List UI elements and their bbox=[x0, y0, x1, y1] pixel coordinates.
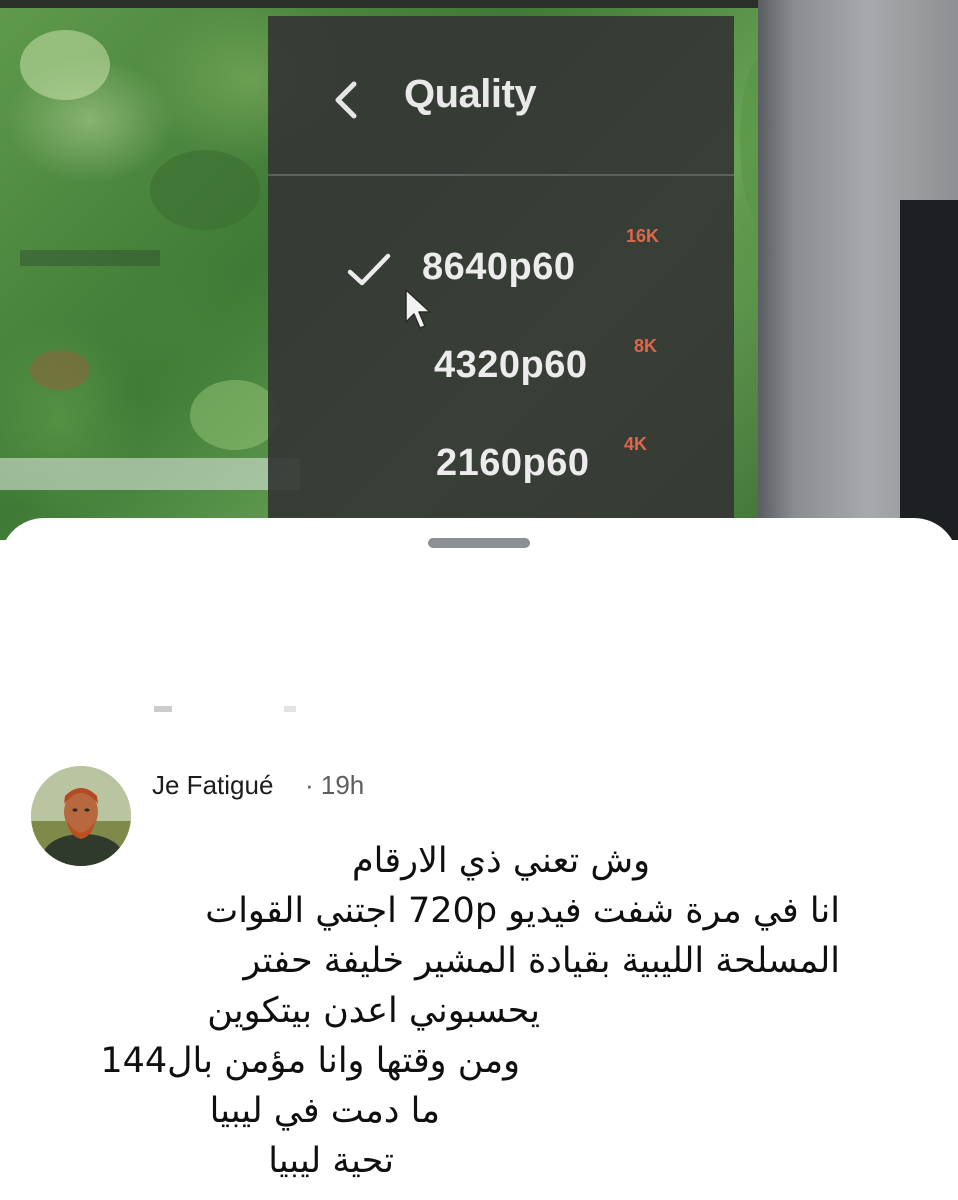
comment-line: وش تعني ذي الارقام bbox=[352, 841, 650, 881]
foliage-spot bbox=[20, 30, 110, 100]
comment-line: انا في مرة شفت فيديو 720p اجتني القوات bbox=[205, 891, 840, 931]
quality-option-label: 8640p60 bbox=[422, 246, 576, 288]
avatar-portrait-icon bbox=[31, 766, 131, 866]
quality-option-badge: 8K bbox=[634, 336, 658, 356]
comment-line: تحية ليبيا bbox=[268, 1141, 394, 1181]
comment-line: يحسبوني اعدن بيتكوين bbox=[207, 991, 540, 1031]
comment-text: وش تعني ذي الارقام انا في مرة شفت فيديو … bbox=[100, 836, 840, 1186]
comments-bottom-sheet: Je Fatigué · 19h وش تعني ذي الارقام انا … bbox=[0, 518, 958, 1200]
quality-option-badge: 16K bbox=[626, 226, 660, 246]
foliage-spot bbox=[30, 350, 90, 390]
quality-option-2160p60[interactable]: 2160p60 4K bbox=[268, 416, 734, 506]
quality-option-label: 4320p60 bbox=[434, 344, 588, 386]
quality-option-label: 2160p60 bbox=[436, 442, 590, 484]
monitor-bezel-edge bbox=[900, 200, 958, 540]
video-bottom-bar bbox=[0, 458, 300, 490]
foliage-spot bbox=[150, 150, 260, 230]
faint-divider bbox=[154, 706, 314, 712]
quality-option-4320p60[interactable]: 4320p60 8K bbox=[268, 316, 734, 406]
comment-timestamp: · 19h bbox=[305, 770, 365, 800]
quality-menu-header[interactable]: Quality bbox=[268, 16, 734, 176]
quality-menu-title: Quality bbox=[404, 72, 537, 116]
comment-line: ومن وقتها وانا مؤمن بال144 bbox=[100, 1041, 520, 1081]
foliage-spot bbox=[190, 380, 280, 450]
quality-option-badge: 4K bbox=[624, 434, 648, 454]
comment-line: ما دمت في ليبيا bbox=[209, 1091, 440, 1131]
comment-author-name[interactable]: Je Fatigué bbox=[152, 770, 273, 801]
sheet-drag-handle[interactable] bbox=[428, 538, 530, 548]
chevron-left-icon[interactable] bbox=[330, 80, 360, 120]
avatar[interactable] bbox=[31, 766, 131, 866]
comment-line: المسلحة الليبية بقيادة المشير خليفة حفتر bbox=[243, 941, 840, 981]
video-photo-area: Quality 8640p60 16K 4320p60 8K 2160p60 4… bbox=[0, 0, 958, 540]
quality-option-8640p60[interactable]: 8640p60 16K bbox=[268, 216, 734, 306]
quality-menu: Quality 8640p60 16K 4320p60 8K 2160p60 4… bbox=[268, 16, 734, 526]
video-overlay-strip bbox=[20, 250, 160, 266]
